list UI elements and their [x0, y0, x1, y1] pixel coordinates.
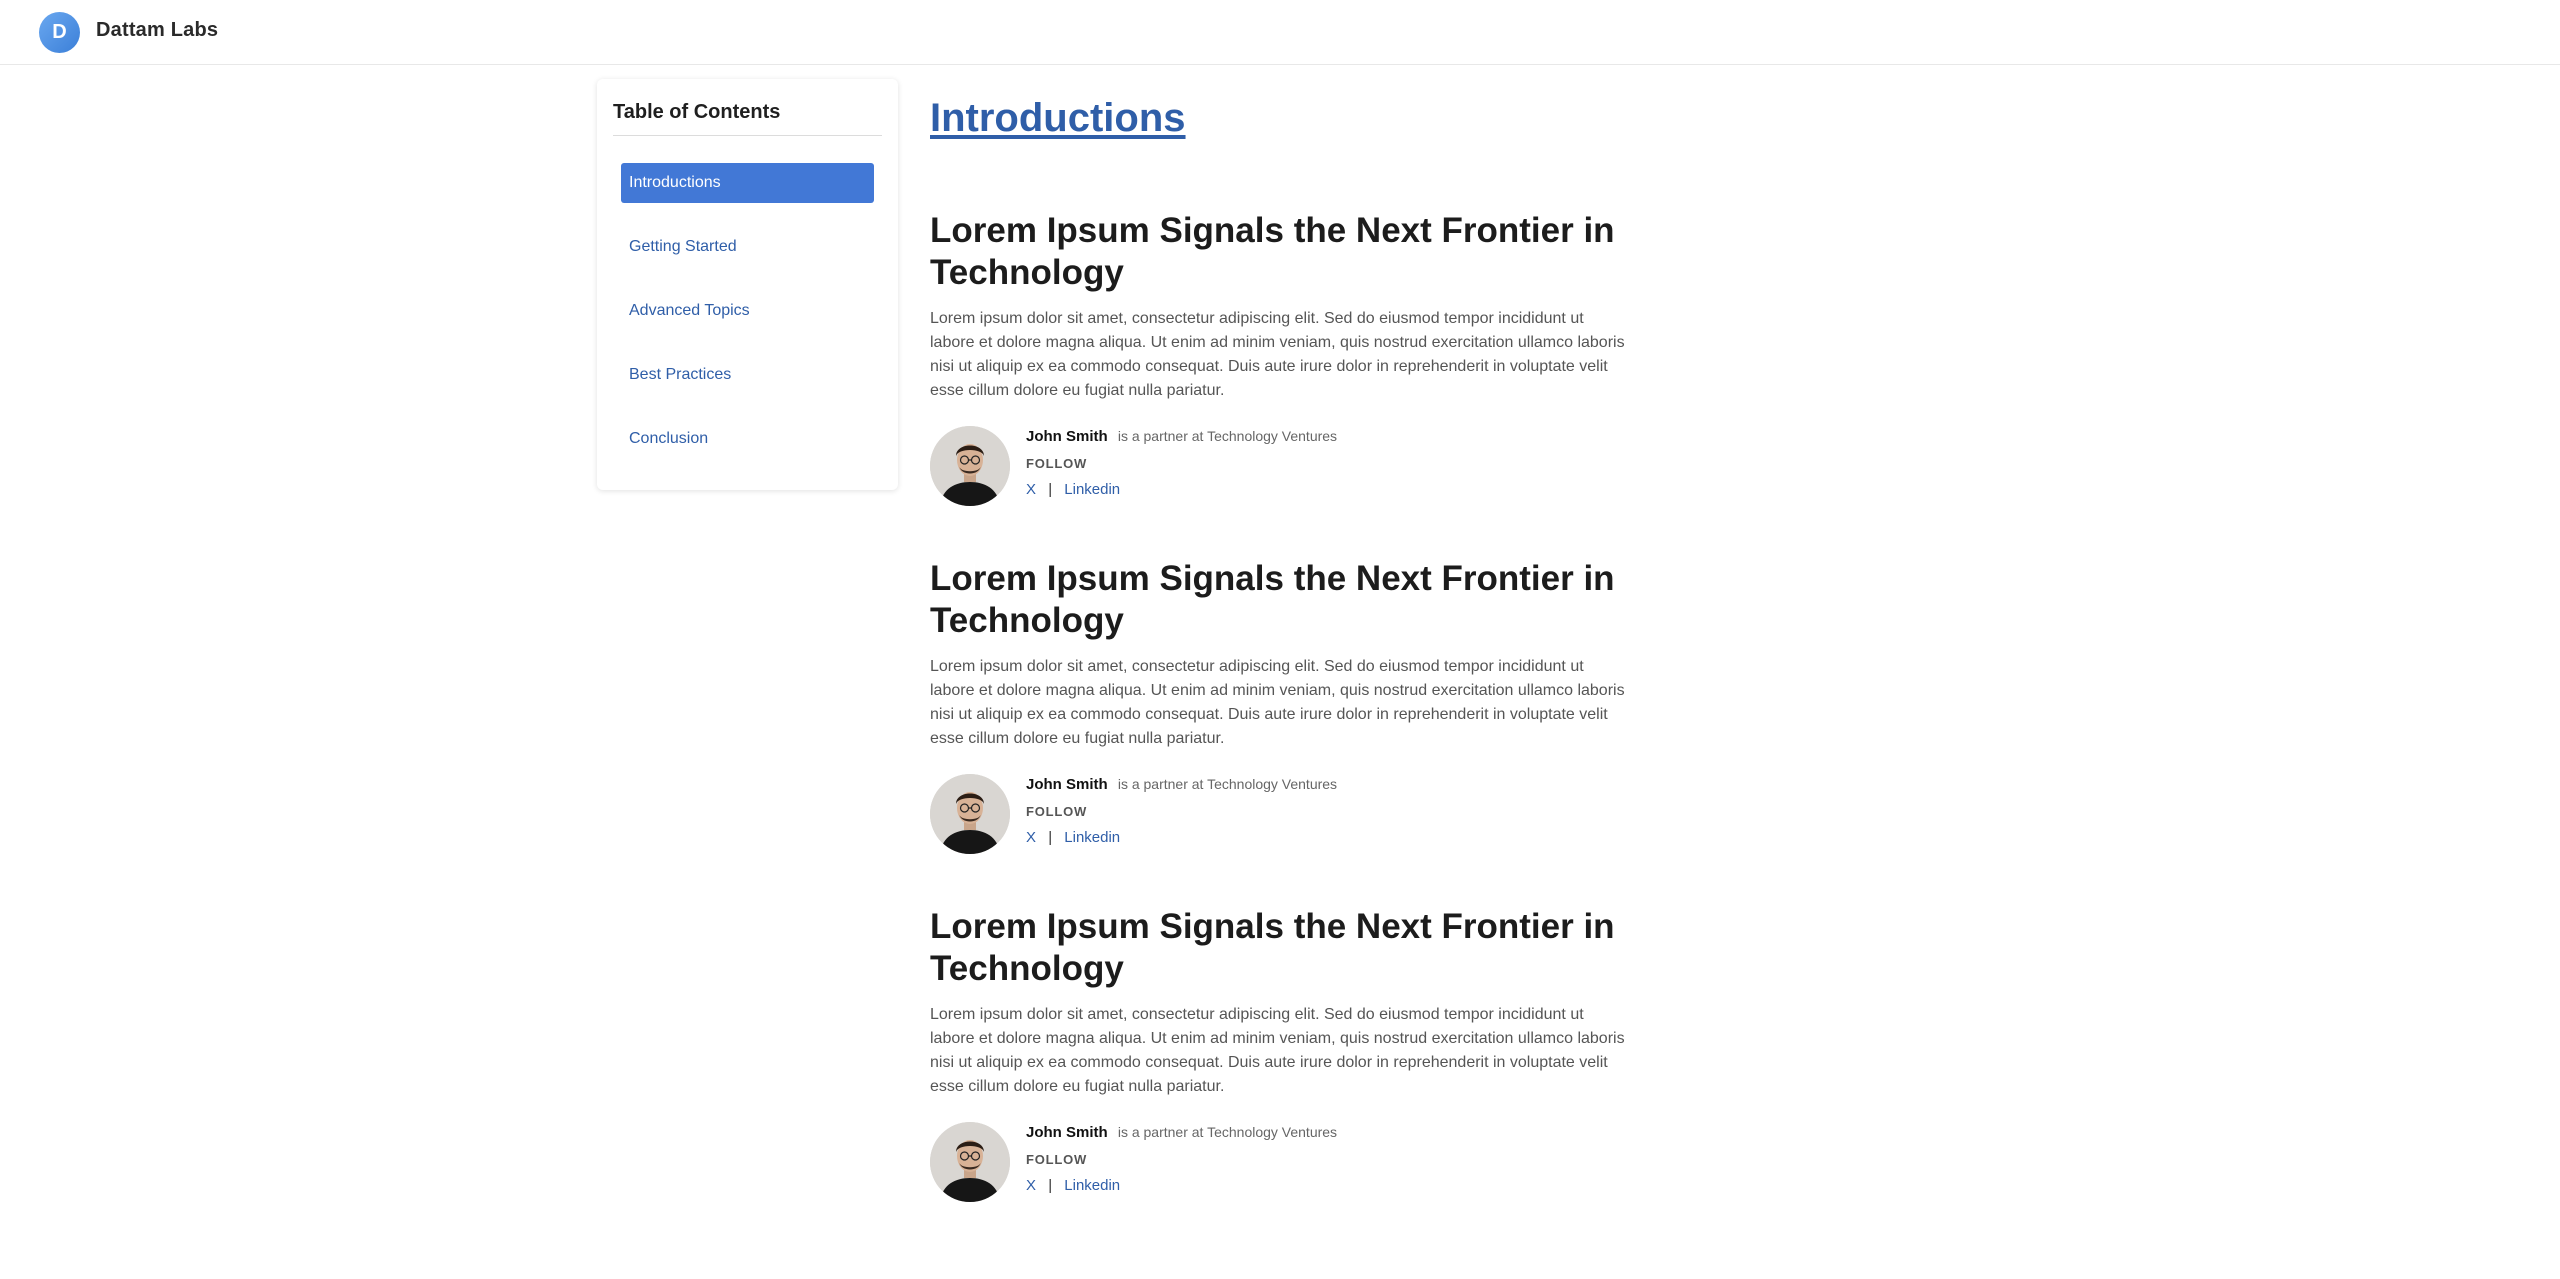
article-title: Lorem Ipsum Signals the Next Frontier in…	[930, 559, 1615, 640]
article-body: Lorem ipsum dolor sit amet, consectetur …	[930, 1006, 1625, 1095]
toc-item-best-practices[interactable]: Best Practices	[621, 355, 874, 395]
social-links: X | Linkedin	[1026, 481, 1337, 498]
author-avatar-image	[930, 426, 1010, 506]
author-meta: John Smith is a partner at Technology Ve…	[1026, 1124, 1337, 1194]
article-card: Lorem Ipsum Signals the Next Frontier in…	[930, 210, 1650, 508]
article-title: Lorem Ipsum Signals the Next Frontier in…	[930, 907, 1615, 988]
author-role: is a partner at Technology Ventures	[1117, 776, 1338, 792]
author-line: John Smith is a partner at Technology Ve…	[1026, 1124, 1337, 1141]
author-avatar	[930, 1122, 1010, 1202]
social-linkedin-link[interactable]: Linkedin	[1064, 829, 1120, 846]
author-block: John Smith is a partner at Technology Ve…	[930, 426, 1650, 508]
author-meta: John Smith is a partner at Technology Ve…	[1026, 776, 1337, 846]
author-name: John Smith	[1026, 776, 1108, 793]
author-meta: John Smith is a partner at Technology Ve…	[1026, 428, 1337, 498]
article-card: Lorem Ipsum Signals the Next Frontier in…	[930, 558, 1650, 856]
social-separator: |	[1048, 1177, 1053, 1194]
toc-list: Introductions Getting Started Advanced T…	[613, 163, 882, 459]
social-linkedin-link[interactable]: Linkedin	[1064, 1177, 1120, 1194]
toc-title: Table of Contents	[613, 79, 882, 136]
follow-label: FOLLOW	[1026, 804, 1088, 819]
toc-item-introductions[interactable]: Introductions	[621, 163, 874, 203]
author-line: John Smith is a partner at Technology Ve…	[1026, 776, 1337, 793]
toc-item-getting-started[interactable]: Getting Started	[621, 227, 874, 267]
article-card: Lorem Ipsum Signals the Next Frontier in…	[930, 906, 1650, 1204]
toc-item-conclusion[interactable]: Conclusion	[621, 419, 874, 459]
section-title-link[interactable]: Introductions	[930, 93, 1650, 143]
social-linkedin-link[interactable]: Linkedin	[1064, 481, 1120, 498]
author-block: John Smith is a partner at Technology Ve…	[930, 1122, 1650, 1204]
brand-name[interactable]: Dattam Labs	[96, 19, 218, 42]
social-links: X | Linkedin	[1026, 829, 1337, 846]
social-x-link[interactable]: X	[1026, 829, 1036, 846]
article-body: Lorem ipsum dolor sit amet, consectetur …	[930, 658, 1625, 747]
social-x-link[interactable]: X	[1026, 1177, 1036, 1194]
social-separator: |	[1048, 829, 1053, 846]
social-links: X | Linkedin	[1026, 1177, 1337, 1194]
author-avatar	[930, 426, 1010, 506]
author-name: John Smith	[1026, 1124, 1108, 1141]
article-body: Lorem ipsum dolor sit amet, consectetur …	[930, 310, 1625, 399]
social-separator: |	[1048, 481, 1053, 498]
author-avatar	[930, 774, 1010, 854]
article-title: Lorem Ipsum Signals the Next Frontier in…	[930, 211, 1615, 292]
author-role: is a partner at Technology Ventures	[1117, 1124, 1338, 1140]
top-navbar: D Dattam Labs	[0, 0, 2560, 65]
table-of-contents: Table of Contents Introductions Getting …	[597, 79, 898, 490]
author-line: John Smith is a partner at Technology Ve…	[1026, 428, 1337, 445]
author-name: John Smith	[1026, 428, 1108, 445]
author-avatar-image	[930, 774, 1010, 854]
author-avatar-image	[930, 1122, 1010, 1202]
main-content: Introductions Lorem Ipsum Signals the Ne…	[930, 93, 1650, 1204]
follow-label: FOLLOW	[1026, 456, 1088, 471]
toc-item-advanced-topics[interactable]: Advanced Topics	[621, 291, 874, 331]
author-block: John Smith is a partner at Technology Ve…	[930, 774, 1650, 856]
brand-logo[interactable]: D	[39, 12, 80, 53]
follow-label: FOLLOW	[1026, 1152, 1088, 1167]
author-role: is a partner at Technology Ventures	[1117, 428, 1338, 444]
social-x-link[interactable]: X	[1026, 481, 1036, 498]
